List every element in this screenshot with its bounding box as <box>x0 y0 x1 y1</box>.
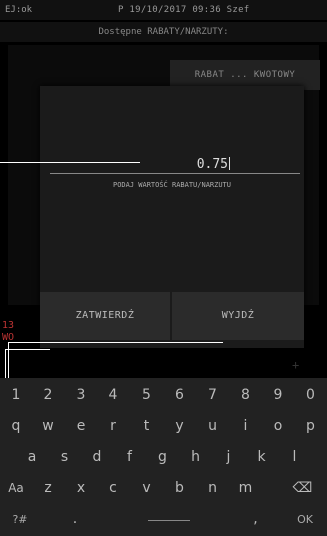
backspace-icon[interactable]: ⌫ <box>278 473 327 504</box>
discount-value-text: 0.75 <box>196 157 228 172</box>
key-period[interactable]: . <box>40 504 110 535</box>
space-bar-icon <box>148 520 190 521</box>
key-6[interactable]: 6 <box>163 380 196 411</box>
key-u[interactable]: u <box>196 411 229 442</box>
plus-icon: + <box>292 358 300 372</box>
annotation-line-mid <box>8 342 223 343</box>
key-v[interactable]: v <box>130 473 163 504</box>
key-c[interactable]: c <box>97 473 129 504</box>
key-s[interactable]: s <box>48 442 81 473</box>
key-k[interactable]: k <box>245 442 278 473</box>
key-g[interactable]: g <box>146 442 179 473</box>
key-q[interactable]: q <box>0 411 32 442</box>
key-m[interactable]: m <box>229 473 262 504</box>
page-subtitle: Dostępne RABATY/NARZUTY: <box>0 22 327 42</box>
key-r[interactable]: r <box>97 411 129 442</box>
key-3[interactable]: 3 <box>65 380 97 411</box>
discount-value-input[interactable]: 0.75 <box>50 156 300 174</box>
key-t[interactable]: t <box>130 411 163 442</box>
key-shift[interactable]: Aa <box>0 473 32 504</box>
key-l[interactable]: l <box>278 442 311 473</box>
exit-button[interactable]: WYJDŹ <box>172 292 304 340</box>
key-w[interactable]: w <box>32 411 64 442</box>
key-ok[interactable]: OK <box>283 504 327 535</box>
key-e[interactable]: e <box>65 411 97 442</box>
key-x[interactable]: x <box>65 473 97 504</box>
key-5[interactable]: 5 <box>130 380 163 411</box>
discount-dialog: 0.75 PODAJ WARTOŚĆ RABATU/NARZUTU ZATWIE… <box>40 86 304 348</box>
key-n[interactable]: n <box>196 473 229 504</box>
key-space[interactable] <box>110 504 228 535</box>
key-d[interactable]: d <box>81 442 113 473</box>
key-h[interactable]: h <box>179 442 212 473</box>
key-j[interactable]: j <box>212 442 245 473</box>
key-y[interactable]: y <box>163 411 196 442</box>
text-cursor <box>229 157 230 170</box>
key-symbols[interactable]: ?# <box>0 504 40 535</box>
status-ej: EJ:ok <box>5 5 33 15</box>
key-4[interactable]: 4 <box>97 380 129 411</box>
side-text-line1: 13 <box>2 320 15 331</box>
key-o[interactable]: o <box>262 411 294 442</box>
keyboard-row-qwerty: q w e r t y u i o p <box>0 411 327 442</box>
key-z[interactable]: z <box>32 473 64 504</box>
side-text: 13 WO <box>2 320 14 344</box>
keyboard-row-zxcv: Aa z x c v b n m ⌫ <box>0 473 327 504</box>
annotation-line-top <box>0 162 140 163</box>
annotation-line-lower <box>5 349 50 350</box>
key-0[interactable]: 0 <box>294 380 327 411</box>
status-datetime-user: P 19/10/2017 09:36 Szef <box>118 5 250 15</box>
key-comma[interactable]: , <box>228 504 283 535</box>
soft-keyboard: 1 2 3 4 5 6 7 8 9 0 q w e r t y u i o p … <box>0 378 327 536</box>
key-9[interactable]: 9 <box>262 380 294 411</box>
key-7[interactable]: 7 <box>196 380 229 411</box>
keyboard-row-numbers: 1 2 3 4 5 6 7 8 9 0 <box>0 380 327 411</box>
key-8[interactable]: 8 <box>229 380 262 411</box>
keyboard-row-bottom: ?# . , OK <box>0 504 327 535</box>
keyboard-row-asdf: a s d f g h j k l <box>0 442 327 473</box>
key-p[interactable]: p <box>294 411 327 442</box>
key-1[interactable]: 1 <box>0 380 32 411</box>
key-2[interactable]: 2 <box>32 380 64 411</box>
key-i[interactable]: i <box>229 411 262 442</box>
discount-value-label: PODAJ WARTOŚĆ RABATU/NARZUTU <box>112 181 231 189</box>
confirm-button[interactable]: ZATWIERDŹ <box>40 292 170 340</box>
key-a[interactable]: a <box>16 442 48 473</box>
status-bar: EJ:ok P 19/10/2017 09:36 Szef <box>0 0 327 20</box>
key-f[interactable]: f <box>113 442 146 473</box>
key-b[interactable]: b <box>163 473 196 504</box>
